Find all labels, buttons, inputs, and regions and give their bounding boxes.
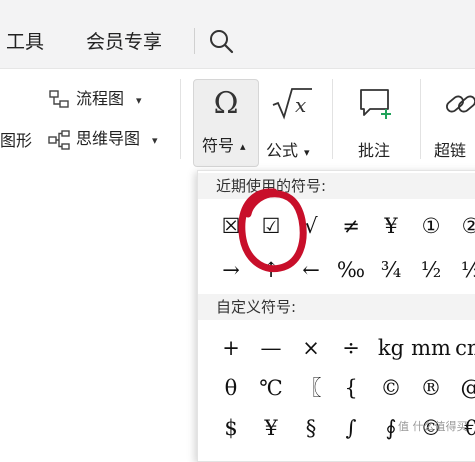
custom-symbols-title: 自定义符号: (216, 298, 297, 316)
tab-tools[interactable]: 工具 (6, 30, 44, 54)
hyperlink-button[interactable]: 超链 (434, 79, 475, 165)
symbol-cell[interactable]: { (331, 371, 371, 405)
symbol-cell[interactable]: → (211, 253, 251, 287)
comment-button[interactable]: 批注 (350, 79, 402, 165)
symbol-button[interactable]: Ω 符号 ▴ (193, 79, 259, 167)
symbol-cell[interactable]: ☒ (211, 209, 251, 243)
symbol-cell[interactable]: √ (291, 209, 331, 243)
recent-symbols-header: 近期使用的符号: (198, 173, 475, 199)
ribbon-divider (180, 79, 181, 159)
symbol-cell[interactable]: § (291, 411, 331, 445)
symbol-cell[interactable]: ∫ (331, 411, 371, 445)
symbol-cell[interactable]: ① (411, 209, 451, 243)
symbol-cell[interactable]: © (371, 371, 411, 405)
chevron-up-icon: ▴ (240, 140, 246, 153)
symbol-label: 符号 (202, 136, 235, 155)
symbol-cell[interactable]: @ (451, 371, 475, 405)
watermark: 值 什么值得买 (398, 420, 468, 433)
flowchart-button[interactable]: 流程图 ▾ (48, 89, 148, 113)
symbol-cell[interactable]: ® (411, 371, 451, 405)
symbol-cell[interactable]: × (291, 331, 331, 365)
symbol-cell[interactable]: kg (371, 331, 411, 365)
symbol-cell[interactable]: ¾ (371, 253, 411, 287)
symbol-cell[interactable]: — (251, 331, 291, 365)
symbol-cell[interactable]: ½ (411, 253, 451, 287)
menu-bar: 工具 会员专享 (0, 0, 475, 69)
symbol-cell[interactable]: ☑ (251, 209, 291, 243)
formula-label: 公式 (266, 141, 299, 160)
flowchart-icon (49, 90, 69, 108)
recent-symbols-title: 近期使用的符号: (216, 177, 327, 195)
ribbon-divider (420, 79, 421, 159)
symbol-cell[interactable]: ≠ (331, 209, 371, 243)
symbol-cell[interactable]: ‰ (331, 253, 371, 287)
search-icon[interactable] (208, 28, 234, 54)
symbol-cell[interactable]: ℃ (251, 371, 291, 405)
omega-icon: Ω (213, 86, 239, 121)
symbol-cell[interactable]: ÷ (331, 331, 371, 365)
symbol-cell[interactable]: $ (211, 411, 251, 445)
symbol-cell[interactable]: ← (291, 253, 331, 287)
symbol-cell[interactable]: ② (451, 209, 475, 243)
ribbon-divider (332, 79, 333, 159)
shape-button-label[interactable]: 图形 (0, 131, 32, 151)
comment-add-icon (360, 89, 391, 119)
symbol-cell[interactable]: ⅓ (451, 253, 475, 287)
symbol-cell[interactable]: ↑ (251, 253, 291, 287)
svg-text:x: x (295, 93, 306, 117)
symbol-cell[interactable]: mm (411, 331, 451, 365)
mindmap-button[interactable]: 思维导图 ▾ (48, 129, 168, 153)
chevron-down-icon: ▾ (136, 94, 142, 107)
symbol-cell[interactable]: ¥ (251, 411, 291, 445)
comment-label: 批注 (358, 141, 391, 160)
mindmap-label: 思维导图 (76, 129, 141, 148)
symbol-cell[interactable]: ¥ (371, 209, 411, 243)
flowchart-label: 流程图 (76, 89, 125, 108)
link-icon (446, 95, 475, 113)
symbol-cell[interactable]: 〖 (291, 371, 331, 405)
symbol-cell[interactable]: θ (211, 371, 251, 405)
tab-member[interactable]: 会员专享 (86, 30, 162, 54)
custom-symbols-header: 自定义符号: (198, 294, 475, 320)
symbol-cell[interactable]: + (211, 331, 251, 365)
formula-button[interactable]: x 公式 ▾ (264, 79, 320, 165)
insert-ribbon: 图形 流程图 ▾ 思维导图 ▾ Ω 符号 ▴ x 公式 ▾ 批注 超链 (0, 69, 475, 173)
chevron-down-icon: ▾ (304, 146, 310, 159)
mindmap-icon (48, 130, 70, 150)
menu-divider (194, 28, 195, 54)
sqrt-x-icon: x (272, 88, 312, 120)
symbol-cell[interactable]: cm (451, 331, 475, 365)
hyperlink-label: 超链 (434, 141, 467, 160)
chevron-down-icon: ▾ (152, 134, 158, 147)
